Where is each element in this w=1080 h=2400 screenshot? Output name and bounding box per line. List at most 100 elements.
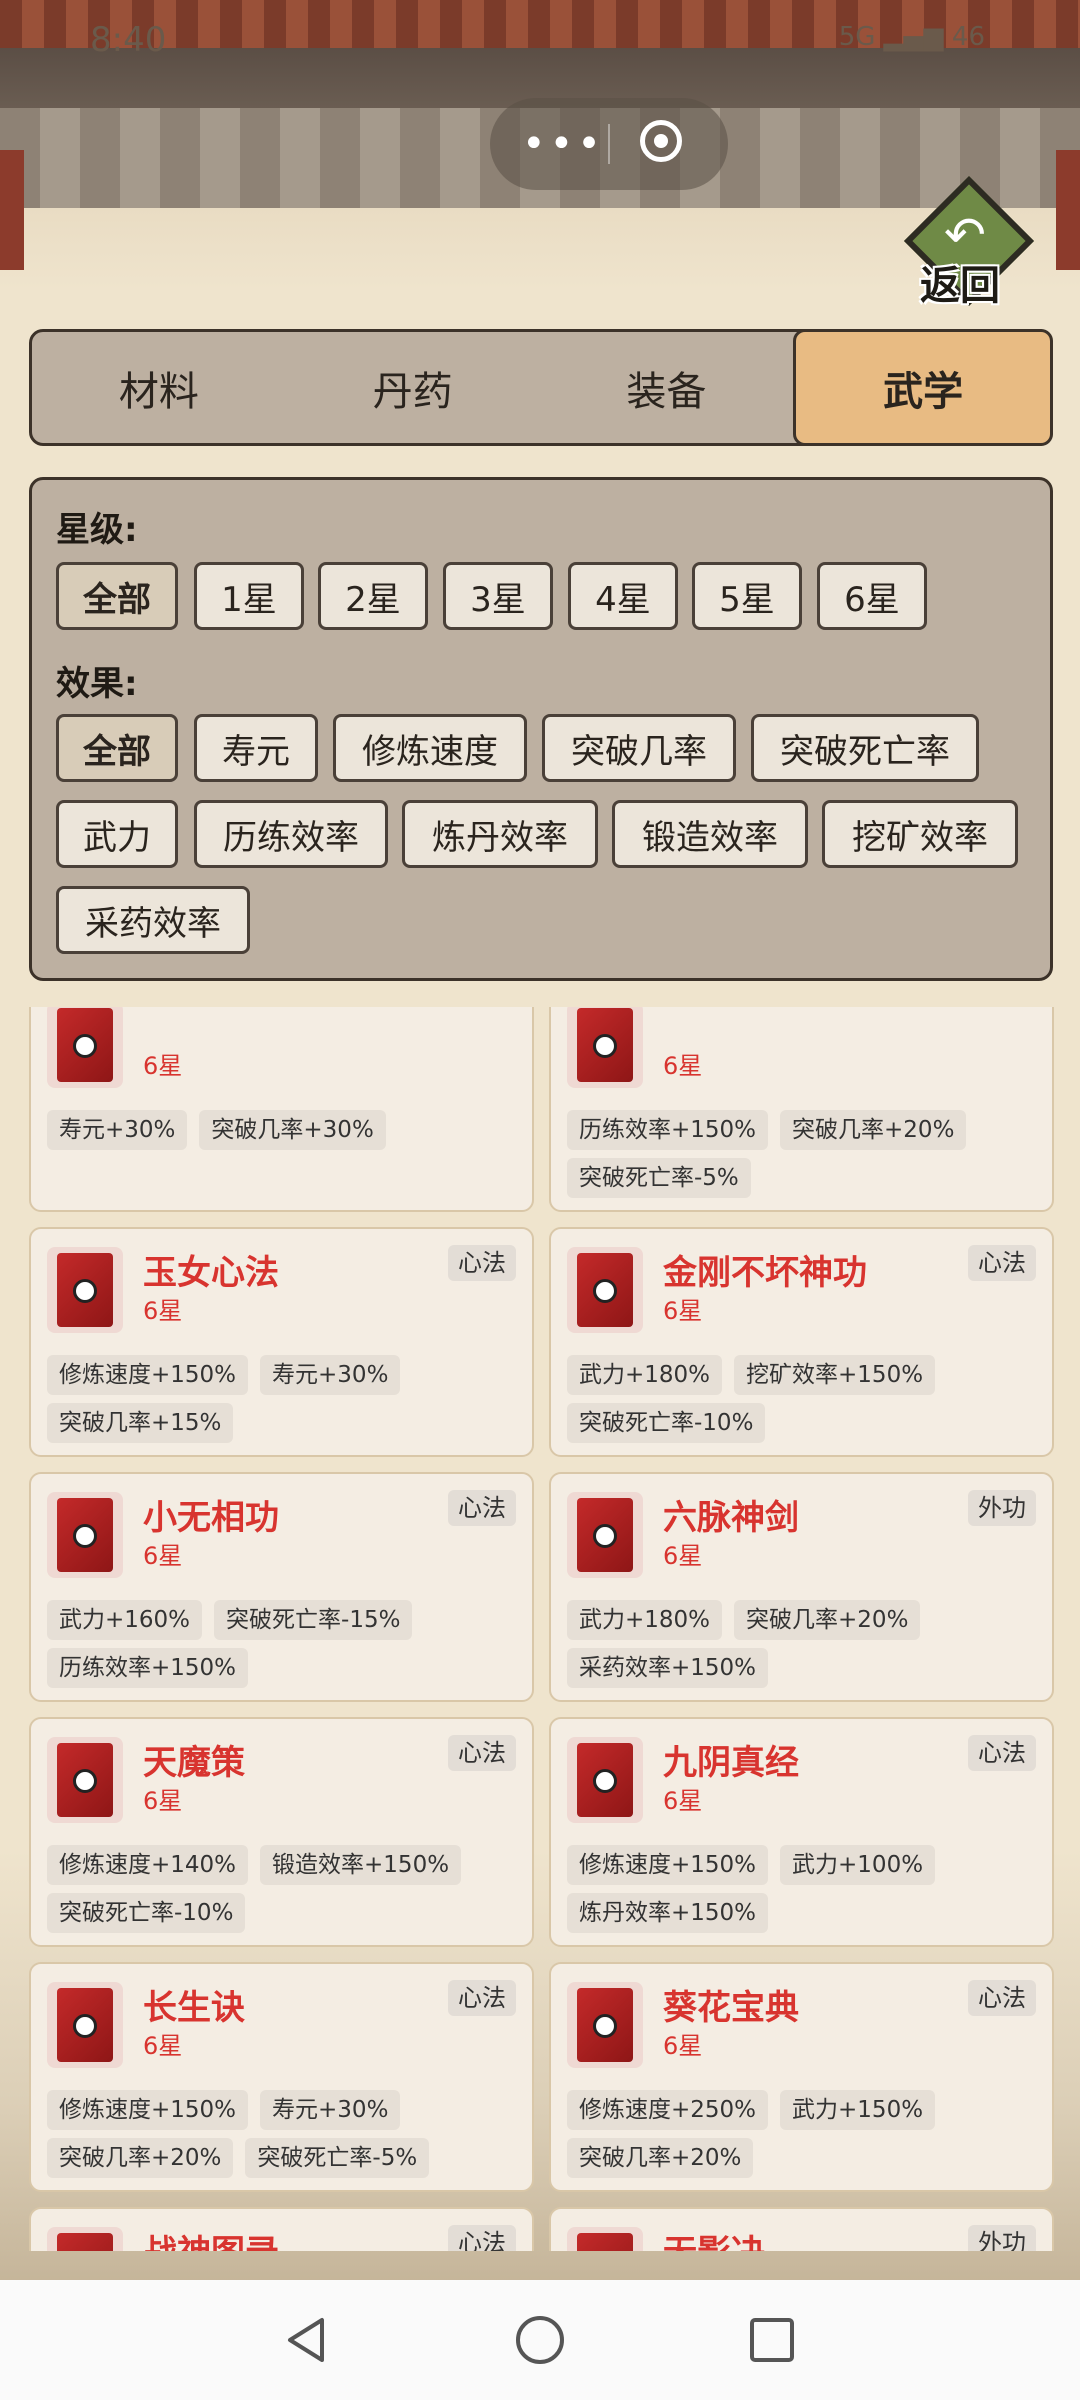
skill-card[interactable]: 长生诀 6星 心法 修炼速度+150% 寿元+30% 突破几率+20% 突破死亡率-5%: [29, 1962, 534, 2192]
book-cover: [57, 1008, 113, 1082]
skill-name: 葵花宝典: [663, 1988, 799, 2028]
skill-type-badge: 心法: [448, 1735, 516, 1771]
skill-name: 六脉神剑: [663, 1498, 799, 1538]
book-cover: [57, 1743, 113, 1817]
skill-book-icon: [567, 1247, 643, 1333]
effect-tag: 历练效率+150%: [567, 1110, 769, 1150]
book-cover: [57, 1498, 113, 1572]
status-bar: 8:40 5G ▂▄▆ 46: [0, 0, 1080, 80]
status-time: 8:40: [90, 20, 167, 60]
taiji-icon: [73, 1034, 97, 1058]
effect-chip-alchemy-efficiency[interactable]: 炼丹效率: [402, 800, 598, 868]
tab-pills[interactable]: 丹药: [286, 332, 540, 443]
effect-chip-breakthrough-rate[interactable]: 突破几率: [542, 714, 736, 782]
skill-card[interactable]: 小无相功 6星 心法 武力+160% 突破死亡率-15% 历练效率+150%: [29, 1472, 534, 1702]
star-chip-6[interactable]: 6星: [817, 562, 927, 630]
effect-chip-mining-efficiency[interactable]: 挖矿效率: [822, 800, 1018, 868]
taiji-icon: [73, 1524, 97, 1548]
skill-card[interactable]: 6星 历练效率+150% 突破几率+20% 突破死亡率-5%: [549, 1007, 1054, 1212]
effect-chip-breakthrough-death-rate[interactable]: 突破死亡率: [751, 714, 979, 782]
skill-star: 6星: [663, 2032, 703, 2060]
star-chip-1[interactable]: 1星: [194, 562, 304, 630]
book-cover: [57, 1988, 113, 2062]
star-chip-2[interactable]: 2星: [318, 562, 428, 630]
skill-star: 6星: [143, 1297, 183, 1325]
close-target-icon[interactable]: [640, 120, 682, 162]
effect-chip-herb-efficiency[interactable]: 采药效率: [56, 886, 250, 954]
taiji-icon: [593, 1279, 617, 1303]
skill-effects: 修炼速度+140% 锻造效率+150% 突破死亡率-10%: [47, 1845, 522, 1933]
effect-filter-label: 效果:: [56, 664, 138, 704]
skill-effects: 修炼速度+250% 武力+150% 突破几率+20%: [567, 2090, 1042, 2178]
skill-name: 九阴真经: [663, 1743, 799, 1783]
filter-panel: 星级: 全部 1星 2星 3星 4星 5星 6星 效果: 全部 寿元 修炼速度 …: [29, 477, 1053, 981]
taiji-icon: [593, 2014, 617, 2038]
taiji-icon: [73, 1769, 97, 1793]
martial-arts-list: 6星 寿元+30% 突破几率+30% 6星 历练效率+150% 突破几率+20% 突破死亡率…: [0, 1007, 1080, 2251]
skill-effects: 武力+180% 突破几率+20% 采药效率+150%: [567, 1600, 1042, 1688]
tab-equipment[interactable]: 装备: [540, 332, 794, 443]
capsule-divider: [608, 124, 610, 164]
star-chip-3[interactable]: 3星: [443, 562, 553, 630]
skill-card[interactable]: 葵花宝典 6星 心法 修炼速度+250% 武力+150% 突破几率+20%: [549, 1962, 1054, 2192]
star-chip-all[interactable]: 全部: [56, 562, 178, 630]
skill-card[interactable]: 无影决6星外功: [549, 2207, 1054, 2251]
effect-chip-training-efficiency[interactable]: 历练效率: [194, 800, 388, 868]
back-button-label: 返回: [920, 263, 1000, 309]
effect-tag: 修炼速度+150%: [47, 1355, 249, 1395]
book-cover: [57, 1253, 113, 1327]
more-icon[interactable]: •••: [522, 98, 605, 190]
nav-back-icon[interactable]: [282, 2314, 334, 2366]
effect-tag: 突破几率+20%: [780, 1110, 967, 1150]
skill-star: 6星: [663, 1297, 703, 1325]
nav-home-icon[interactable]: [514, 2314, 566, 2366]
effect-tag: 突破几率+20%: [734, 1600, 921, 1640]
effect-tag: 突破几率+20%: [47, 2138, 234, 2178]
skill-card[interactable]: 九阴真经 6星 心法 修炼速度+150% 武力+100% 炼丹效率+150%: [549, 1717, 1054, 1947]
skill-name: 无影决: [663, 2225, 765, 2251]
back-button[interactable]: ↶ 返回: [903, 175, 1035, 309]
tab-materials[interactable]: 材料: [32, 332, 286, 443]
skill-card[interactable]: 六脉神剑 6星 外功 武力+180% 突破几率+20% 采药效率+150%: [549, 1472, 1054, 1702]
skill-effects: 武力+180% 挖矿效率+150% 突破死亡率-10%: [567, 1355, 1042, 1443]
effect-chip-forging-efficiency[interactable]: 锻造效率: [612, 800, 808, 868]
effect-tag: 修炼速度+140%: [47, 1845, 249, 1885]
skill-star: 6星: [663, 1542, 703, 1570]
skill-card[interactable]: 玉女心法 6星 心法 修炼速度+150% 寿元+30% 突破几率+15%: [29, 1227, 534, 1457]
book-cover: [577, 1498, 633, 1572]
star-chip-4[interactable]: 4星: [568, 562, 678, 630]
skill-book-icon: [47, 2227, 123, 2251]
effect-chip-cultivation-speed[interactable]: 修炼速度: [333, 714, 527, 782]
skill-type-badge: 外功: [968, 2225, 1036, 2251]
effect-tag: 武力+180%: [567, 1600, 723, 1640]
skill-card[interactable]: 战神图录6星心法: [29, 2207, 534, 2251]
effect-tag: 寿元+30%: [260, 1355, 401, 1395]
star-filter-label: 星级:: [56, 510, 138, 550]
nav-recent-apps-icon[interactable]: [746, 2314, 798, 2366]
skill-effects: 武力+160% 突破死亡率-15% 历练效率+150%: [47, 1600, 522, 1688]
effect-tag: 修炼速度+250%: [567, 2090, 769, 2130]
skill-card[interactable]: 金刚不坏神功 6星 心法 武力+180% 挖矿效率+150% 突破死亡率-10%: [549, 1227, 1054, 1457]
effect-tag: 寿元+30%: [47, 1110, 188, 1150]
effect-tag: 突破几率+15%: [47, 1403, 234, 1443]
effect-tag: 炼丹效率+150%: [567, 1893, 769, 1933]
skill-card[interactable]: 6星 寿元+30% 突破几率+30%: [29, 1007, 534, 1212]
taiji-icon: [73, 2014, 97, 2038]
effect-tag: 突破死亡率-5%: [567, 1158, 751, 1198]
book-cover: [577, 1008, 633, 1082]
skill-type-badge: 心法: [448, 1980, 516, 2016]
skill-name: 战神图录: [143, 2225, 279, 2251]
skill-book-icon: [567, 1007, 643, 1088]
skill-card[interactable]: 天魔策 6星 心法 修炼速度+140% 锻造效率+150% 突破死亡率-10%: [29, 1717, 534, 1947]
skill-effects: 历练效率+150% 突破几率+20% 突破死亡率-5%: [567, 1110, 1042, 1198]
effect-chip-power[interactable]: 武力: [56, 800, 178, 868]
effect-chip-lifespan[interactable]: 寿元: [194, 714, 318, 782]
skill-book-icon: [47, 1982, 123, 2068]
tab-martial-arts[interactable]: 武学: [793, 329, 1053, 446]
effect-chip-all[interactable]: 全部: [56, 714, 178, 782]
effect-tag: 修炼速度+150%: [47, 2090, 249, 2130]
skill-type-badge: 外功: [968, 1490, 1036, 1526]
skill-star: 6星: [143, 1052, 183, 1080]
skill-book-icon: [567, 1982, 643, 2068]
star-chip-5[interactable]: 5星: [692, 562, 802, 630]
